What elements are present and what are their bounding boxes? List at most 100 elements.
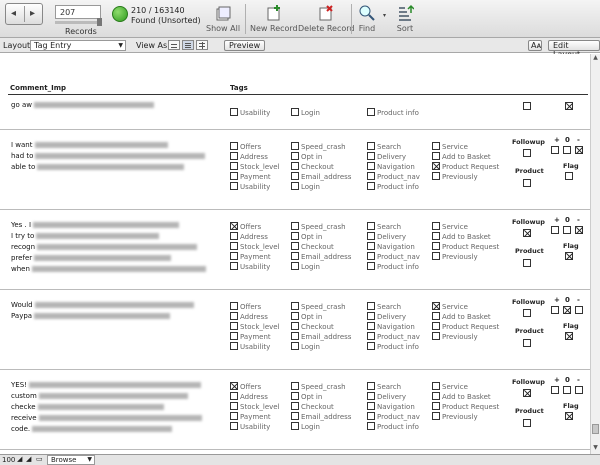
comment-line[interactable]: checke [11,402,164,413]
followup-checkbox[interactable] [523,309,531,317]
checkbox-box[interactable] [230,242,238,250]
checkbox-box[interactable] [291,302,299,310]
product-checkbox[interactable] [523,259,531,267]
tag-checkbox[interactable]: Login [291,108,320,118]
checkbox-box[interactable] [291,152,299,160]
zero-checkbox[interactable] [563,146,571,154]
checkbox-box[interactable] [291,252,299,260]
checkbox-box[interactable] [432,312,440,320]
tag-checkbox[interactable]: Offers [230,222,261,232]
tag-checkbox[interactable]: Add to Basket [432,312,491,322]
comment-line[interactable]: Yes . I [11,220,180,231]
tag-checkbox[interactable]: Opt in [291,152,322,162]
delete-record-button[interactable]: Delete Record [298,4,354,33]
tag-checkbox[interactable]: Address [230,312,268,322]
checkbox-box[interactable] [291,392,299,400]
checkbox-box[interactable] [230,422,238,430]
checkbox-box[interactable] [367,422,375,430]
text-formatting-button[interactable]: Aᴀ [528,40,542,51]
tag-checkbox[interactable]: Product_nav [367,332,420,342]
zero-checkbox[interactable] [563,226,571,234]
comment-line[interactable]: prefer [11,253,172,264]
tag-checkbox[interactable]: Usability [230,262,270,272]
find-dropdown-icon[interactable]: ▾ [383,12,386,19]
checkbox-box[interactable] [367,162,375,170]
checkbox-box[interactable] [367,322,375,330]
checkbox-box[interactable] [367,172,375,180]
tag-checkbox[interactable]: Login [291,342,320,352]
tag-checkbox[interactable]: Offers [230,302,261,312]
followup-checkbox[interactable] [523,149,531,157]
tag-checkbox[interactable]: Address [230,392,268,402]
tag-checkbox[interactable]: Address [230,232,268,242]
tag-checkbox[interactable]: Address [230,152,268,162]
minus-checkbox[interactable] [575,306,583,314]
tag-checkbox[interactable]: Product_nav [367,172,420,182]
tag-checkbox[interactable]: Checkout [291,322,334,332]
checkbox-box[interactable] [291,242,299,250]
tag-checkbox[interactable]: Previously [432,332,478,342]
plus-checkbox[interactable] [551,146,559,154]
tag-checkbox[interactable]: Search [367,302,401,312]
checkbox-box[interactable] [230,108,238,116]
checkbox-box[interactable] [432,242,440,250]
tag-checkbox[interactable]: Payment [230,332,271,342]
checkbox-box[interactable] [230,392,238,400]
preview-button[interactable]: Preview [224,40,266,51]
checkbox-box[interactable] [291,172,299,180]
comment-line[interactable]: I try to [11,231,160,242]
tag-checkbox[interactable]: Speed_crash [291,302,346,312]
plus-checkbox[interactable] [551,306,559,314]
record-book-navigator[interactable]: ◂ ▸ [5,3,43,25]
show-all-button[interactable]: Show All [206,4,240,33]
tag-checkbox[interactable]: Opt in [291,312,322,322]
mode-select[interactable]: Browse ▼ [47,455,95,465]
scroll-down-icon[interactable]: ▼ [591,444,600,453]
checkbox-box[interactable] [367,182,375,190]
comment-line[interactable]: able to [11,162,185,173]
tag-checkbox[interactable]: Checkout [291,242,334,252]
checkbox-box[interactable] [230,252,238,260]
tag-checkbox[interactable]: Speed_crash [291,382,346,392]
checkbox-box[interactable] [367,312,375,320]
checkbox-box[interactable] [291,162,299,170]
zoom-out-icon[interactable]: ◢ [17,455,22,463]
tag-checkbox[interactable]: Service [432,142,468,152]
record-slider[interactable] [55,21,101,24]
tag-checkbox[interactable]: Search [367,142,401,152]
checked-box[interactable] [432,162,440,170]
checkbox-box[interactable] [432,402,440,410]
tag-checkbox[interactable]: Login [291,422,320,432]
checkbox-box[interactable] [230,162,238,170]
comment-line[interactable]: code. [11,424,173,435]
tag-checkbox[interactable]: Product info [367,262,419,272]
tag-checkbox[interactable]: Offers [230,382,261,392]
previous-record-icon[interactable]: ◂ [11,8,16,19]
checkbox-box[interactable] [230,322,238,330]
checkbox-box[interactable] [367,382,375,390]
tag-checkbox[interactable]: Email_address [291,412,351,422]
checkbox-box[interactable] [367,332,375,340]
checkbox-box[interactable] [230,232,238,240]
checkbox-box[interactable] [291,412,299,420]
zoom-level[interactable]: 100 [2,456,15,464]
tag-checkbox[interactable]: Delivery [367,152,406,162]
checked-box[interactable] [230,382,238,390]
tag-checkbox[interactable]: Usability [230,182,270,192]
flag-checkbox[interactable] [565,172,573,180]
tag-checkbox[interactable]: Email_address [291,172,351,182]
checkbox-box[interactable] [367,302,375,310]
checkbox-box[interactable] [230,312,238,320]
checked-box[interactable] [432,302,440,310]
checkbox-box[interactable] [367,152,375,160]
tag-checkbox[interactable]: Service [432,382,468,392]
tag-checkbox[interactable]: Product_nav [367,412,420,422]
tag-checkbox[interactable]: Login [291,182,320,192]
checkbox-box[interactable] [367,242,375,250]
tag-checkbox[interactable]: Stock_level [230,402,280,412]
current-record-field[interactable]: 207 [55,5,101,19]
checkbox-box[interactable] [291,182,299,190]
tag-checkbox[interactable]: Stock_level [230,322,280,332]
checkbox-box[interactable] [291,222,299,230]
comment-line[interactable]: when [11,264,206,275]
